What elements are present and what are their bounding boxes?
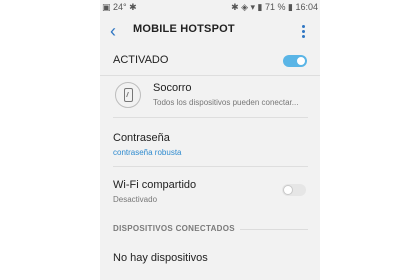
switch-knob bbox=[283, 185, 293, 195]
hotspot-switch[interactable] bbox=[283, 55, 307, 67]
status-right: ✱ ◈ ▾ ▮ 71 % ▮ 16:04 bbox=[231, 2, 318, 12]
password-value: contraseña robusta bbox=[113, 148, 182, 157]
wifi-sharing-switch[interactable] bbox=[282, 184, 306, 196]
section-divider bbox=[240, 229, 308, 230]
wifi-sharing-row[interactable]: Wi-Fi compartido Desactivado bbox=[100, 176, 320, 212]
connected-devices-header: DISPOSITIVOS CONECTADOS bbox=[113, 224, 235, 233]
divider bbox=[113, 117, 308, 118]
page-title: MOBILE HOTSPOT bbox=[133, 23, 235, 35]
network-name-row[interactable]: Socorro Todos los dispositivos pueden co… bbox=[100, 76, 320, 116]
more-vertical-icon[interactable] bbox=[300, 22, 306, 40]
network-description: Todos los dispositivos pueden conectar..… bbox=[153, 98, 299, 107]
password-label: Contraseña bbox=[113, 132, 170, 144]
back-arrow-icon[interactable]: ‹ bbox=[110, 21, 126, 41]
wifi-sharing-status: Desactivado bbox=[113, 195, 158, 204]
divider bbox=[113, 166, 308, 167]
password-row[interactable]: Contraseña contraseña robusta bbox=[100, 127, 320, 163]
network-name: Socorro bbox=[153, 82, 192, 94]
phone-icon bbox=[115, 82, 141, 108]
phone-screen: ▣ 24° ✱ ✱ ◈ ▾ ▮ 71 % ▮ 16:04 ‹ MOBILE HO… bbox=[100, 0, 320, 280]
hotspot-toggle-row[interactable]: ACTIVADO bbox=[100, 47, 320, 75]
hotspot-toggle-label: ACTIVADO bbox=[113, 54, 169, 66]
status-left: ▣ 24° ✱ bbox=[102, 2, 137, 12]
app-bar: ‹ MOBILE HOTSPOT bbox=[100, 16, 320, 46]
no-devices-text: No hay dispositivos bbox=[113, 252, 208, 264]
status-bar: ▣ 24° ✱ ✱ ◈ ▾ ▮ 71 % ▮ 16:04 bbox=[100, 0, 320, 14]
wifi-sharing-label: Wi-Fi compartido bbox=[113, 179, 197, 191]
switch-knob bbox=[296, 56, 306, 66]
